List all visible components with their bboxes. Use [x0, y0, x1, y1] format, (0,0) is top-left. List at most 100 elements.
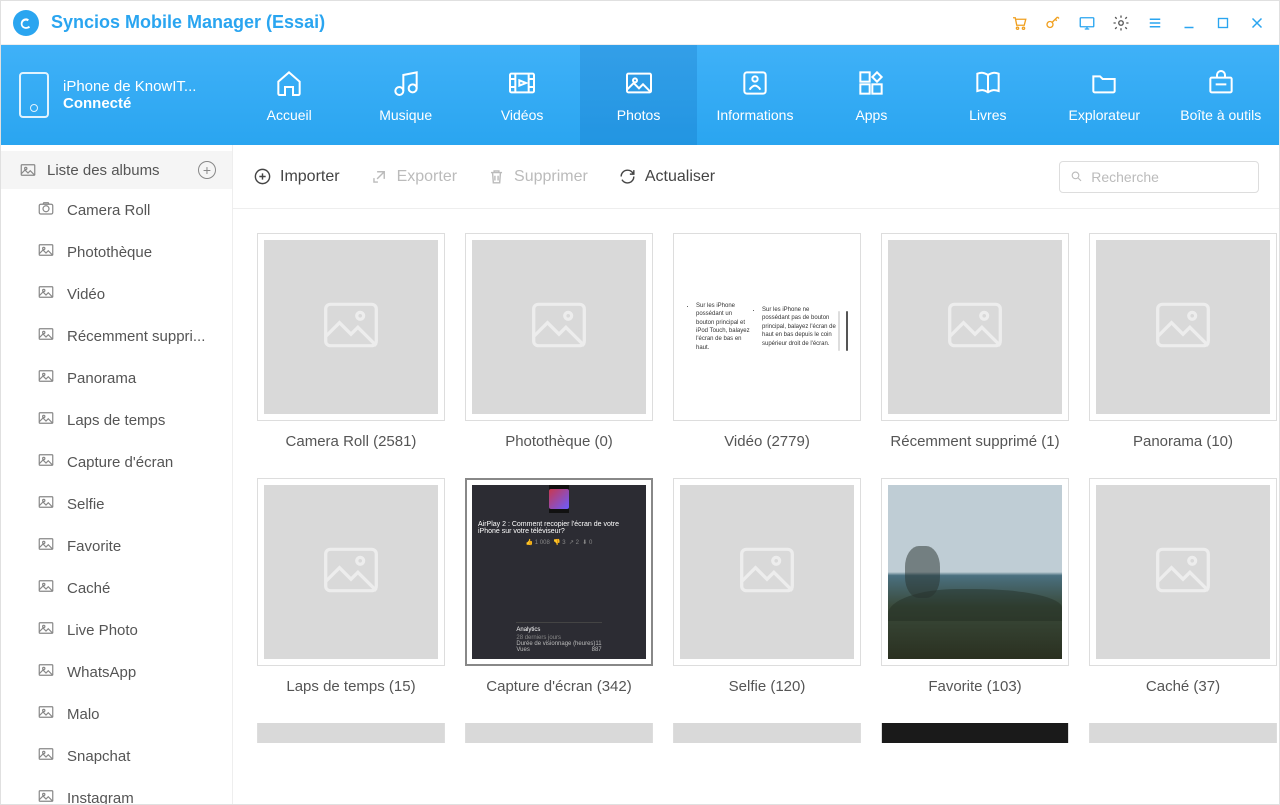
- sidebar-item[interactable]: Snapchat: [1, 735, 232, 777]
- device-name: iPhone de KnowIT...: [63, 78, 196, 95]
- sidebar-item-label: Capture d'écran: [67, 454, 173, 471]
- sidebar: Liste des albums + Camera Roll Photothèqu…: [1, 145, 233, 804]
- titlebar: Syncios Mobile Manager (Essai): [1, 1, 1279, 45]
- key-icon[interactable]: [1043, 13, 1063, 33]
- album-thumb[interactable]: [673, 478, 861, 666]
- maximize-icon[interactable]: [1213, 13, 1233, 33]
- minimize-icon[interactable]: [1179, 13, 1199, 33]
- album-thumb[interactable]: [465, 723, 653, 743]
- sidebar-item[interactable]: Photothèque: [1, 231, 232, 273]
- album-thumb[interactable]: [1089, 233, 1277, 421]
- album-thumb[interactable]: [257, 478, 445, 666]
- tab-videos[interactable]: Vidéos: [464, 45, 580, 145]
- album-thumb[interactable]: [881, 478, 1069, 666]
- tab-explorateur[interactable]: Explorateur: [1046, 45, 1162, 145]
- import-button[interactable]: Importer: [253, 167, 340, 186]
- sidebar-item[interactable]: Live Photo: [1, 609, 232, 651]
- album-item: [881, 723, 1069, 743]
- album-thumb[interactable]: AirPlay 2 : Comment recopier l'écran de …: [465, 478, 653, 666]
- image-icon: [37, 325, 55, 347]
- album-label: Favorite (103): [928, 678, 1021, 695]
- sidebar-header[interactable]: Liste des albums +: [1, 151, 232, 189]
- monitor-icon[interactable]: [1077, 13, 1097, 33]
- album-item: Caché (37): [1089, 478, 1277, 695]
- album-thumb[interactable]: [1089, 723, 1277, 743]
- album-item: [257, 723, 445, 743]
- album-thumb[interactable]: [257, 233, 445, 421]
- album-item: [1089, 723, 1277, 743]
- sidebar-item[interactable]: Favorite: [1, 525, 232, 567]
- sidebar-item-label: Camera Roll: [67, 202, 150, 219]
- image-icon: [37, 451, 55, 473]
- add-album-button[interactable]: +: [198, 161, 216, 179]
- album-thumb[interactable]: [1089, 478, 1277, 666]
- toolbar: Importer Exporter Supprimer Actualiser: [233, 145, 1279, 209]
- sidebar-item[interactable]: Récemment suppri...: [1, 315, 232, 357]
- sidebar-item-label: Caché: [67, 580, 110, 597]
- image-icon: [37, 493, 55, 515]
- sidebar-item[interactable]: Instagram: [1, 777, 232, 804]
- sidebar-item[interactable]: Caché: [1, 567, 232, 609]
- app-logo: [13, 10, 39, 36]
- device-status: Connecté: [63, 95, 196, 112]
- image-icon: [37, 577, 55, 599]
- sidebar-item-label: Laps de temps: [67, 412, 165, 429]
- image-icon: [37, 661, 55, 683]
- sidebar-item-label: Favorite: [67, 538, 121, 555]
- album-item: [465, 723, 653, 743]
- album-item: Selfie (120): [673, 478, 861, 695]
- refresh-button[interactable]: Actualiser: [618, 167, 715, 186]
- search-box[interactable]: [1059, 161, 1259, 193]
- sidebar-item-label: Panorama: [67, 370, 136, 387]
- tab-apps[interactable]: Apps: [813, 45, 929, 145]
- sidebar-item[interactable]: Laps de temps: [1, 399, 232, 441]
- sidebar-item[interactable]: Panorama: [1, 357, 232, 399]
- sidebar-item-label: Instagram: [67, 790, 134, 805]
- title-icons: [1009, 13, 1267, 33]
- sidebar-item[interactable]: Camera Roll: [1, 189, 232, 231]
- tab-accueil[interactable]: Accueil: [231, 45, 347, 145]
- nav-tabs: Accueil Musique Vidéos Photos Informatio…: [231, 45, 1279, 145]
- album-item: [673, 723, 861, 743]
- album-item: Panorama (10): [1089, 233, 1277, 450]
- image-icon: [37, 283, 55, 305]
- image-icon: [37, 241, 55, 263]
- delete-button: Supprimer: [487, 167, 588, 186]
- image-icon: [37, 535, 55, 557]
- album-thumb[interactable]: [673, 723, 861, 743]
- search-input[interactable]: [1091, 169, 1248, 185]
- image-placeholder-icon: [323, 547, 379, 598]
- album-thumb[interactable]: [881, 723, 1069, 743]
- sidebar-item[interactable]: Vidéo: [1, 273, 232, 315]
- album-thumb[interactable]: [881, 233, 1069, 421]
- export-button: Exporter: [370, 167, 457, 186]
- album-label: Capture d'écran (342): [486, 678, 631, 695]
- image-placeholder-icon: [323, 302, 379, 353]
- close-icon[interactable]: [1247, 13, 1267, 33]
- sidebar-item[interactable]: WhatsApp: [1, 651, 232, 693]
- sidebar-item[interactable]: Capture d'écran: [1, 441, 232, 483]
- album-thumb[interactable]: [257, 723, 445, 743]
- tab-boite[interactable]: Boîte à outils: [1163, 45, 1279, 145]
- image-placeholder-icon: [947, 302, 1003, 353]
- cart-icon[interactable]: [1009, 13, 1029, 33]
- camera-icon: [37, 199, 55, 221]
- album-thumb[interactable]: [465, 233, 653, 421]
- device-panel[interactable]: iPhone de KnowIT... Connecté: [1, 45, 231, 145]
- tab-livres[interactable]: Livres: [930, 45, 1046, 145]
- sidebar-item[interactable]: Selfie: [1, 483, 232, 525]
- sidebar-item[interactable]: Malo: [1, 693, 232, 735]
- tab-informations[interactable]: Informations: [697, 45, 813, 145]
- image-placeholder-icon: [1155, 547, 1211, 598]
- sidebar-item-label: Selfie: [67, 496, 105, 513]
- image-icon: [37, 745, 55, 767]
- album-item: Sur les iPhone possédant un bouton princ…: [673, 233, 861, 450]
- content: Importer Exporter Supprimer Actualiser: [233, 145, 1279, 804]
- album-label: Selfie (120): [729, 678, 806, 695]
- app-title: Syncios Mobile Manager (Essai): [51, 12, 325, 33]
- menu-icon[interactable]: [1145, 13, 1165, 33]
- settings-icon[interactable]: [1111, 13, 1131, 33]
- tab-musique[interactable]: Musique: [347, 45, 463, 145]
- tab-photos[interactable]: Photos: [580, 45, 696, 145]
- album-thumb[interactable]: Sur les iPhone possédant un bouton princ…: [673, 233, 861, 421]
